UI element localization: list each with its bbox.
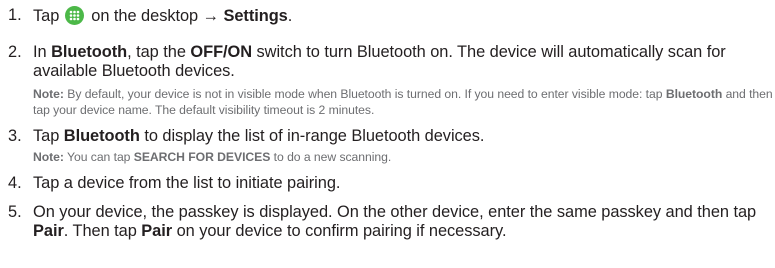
step-text: In	[33, 43, 52, 61]
note-label: Note:	[33, 150, 64, 164]
step-number: 5.	[8, 203, 22, 221]
step-note: Note: You can tap SEARCH FOR DEVICES to …	[33, 149, 775, 165]
note-label: Note:	[33, 87, 64, 101]
step-text: , tap the	[127, 43, 191, 61]
step-text: on the desktop →	[86, 7, 224, 25]
step-4: 4. Tap a device from the list to initiat…	[0, 174, 775, 193]
step-bold-text: Bluetooth	[51, 43, 128, 61]
step-3: 3. Tap Bluetooth to display the list of …	[0, 127, 775, 165]
step-5: 5. On your device, the passkey is displa…	[0, 203, 775, 241]
step-text: . Then tap	[63, 222, 142, 240]
step-1: 1. Tap on the desktop → Settings.	[0, 6, 775, 26]
step-bold-text: Pair	[33, 222, 64, 240]
step-bold-text: Bluetooth	[63, 127, 140, 145]
step-text: Tap a device from the list to initiate p…	[33, 174, 341, 192]
step-number: 4.	[8, 174, 22, 192]
note-bold-text: Bluetooth	[665, 87, 723, 101]
step-number: 1.	[8, 6, 22, 24]
apps-grid-icon	[64, 6, 84, 25]
step-2: 2. In Bluetooth, tap the OFF/ON switch t…	[0, 43, 775, 118]
step-text: .	[287, 7, 293, 25]
step-note: Note: By default, your device is not in …	[33, 86, 775, 118]
step-text: on your device to confirm pairing if nec…	[172, 222, 507, 240]
step-number: 2.	[8, 43, 22, 61]
note-text: By default, your device is not in visibl…	[63, 87, 666, 101]
step-bold-text: Settings	[223, 7, 288, 25]
note-text: You can tap	[63, 150, 134, 164]
step-number: 3.	[8, 127, 22, 145]
instruction-list: 1. Tap on the desktop → Settings. 2. In …	[0, 0, 775, 241]
note-bold-text: SEARCH FOR DEVICES	[133, 150, 271, 164]
step-bold-text: Pair	[141, 222, 173, 240]
step-text: to display the list of in-range Bluetoot…	[139, 127, 485, 145]
step-bold-text: OFF/ON	[190, 43, 253, 61]
note-text: to do a new scanning.	[270, 150, 392, 164]
step-text: Tap	[33, 7, 64, 25]
step-text: Tap	[33, 127, 64, 145]
step-text: On your device, the passkey is displayed…	[33, 203, 757, 221]
